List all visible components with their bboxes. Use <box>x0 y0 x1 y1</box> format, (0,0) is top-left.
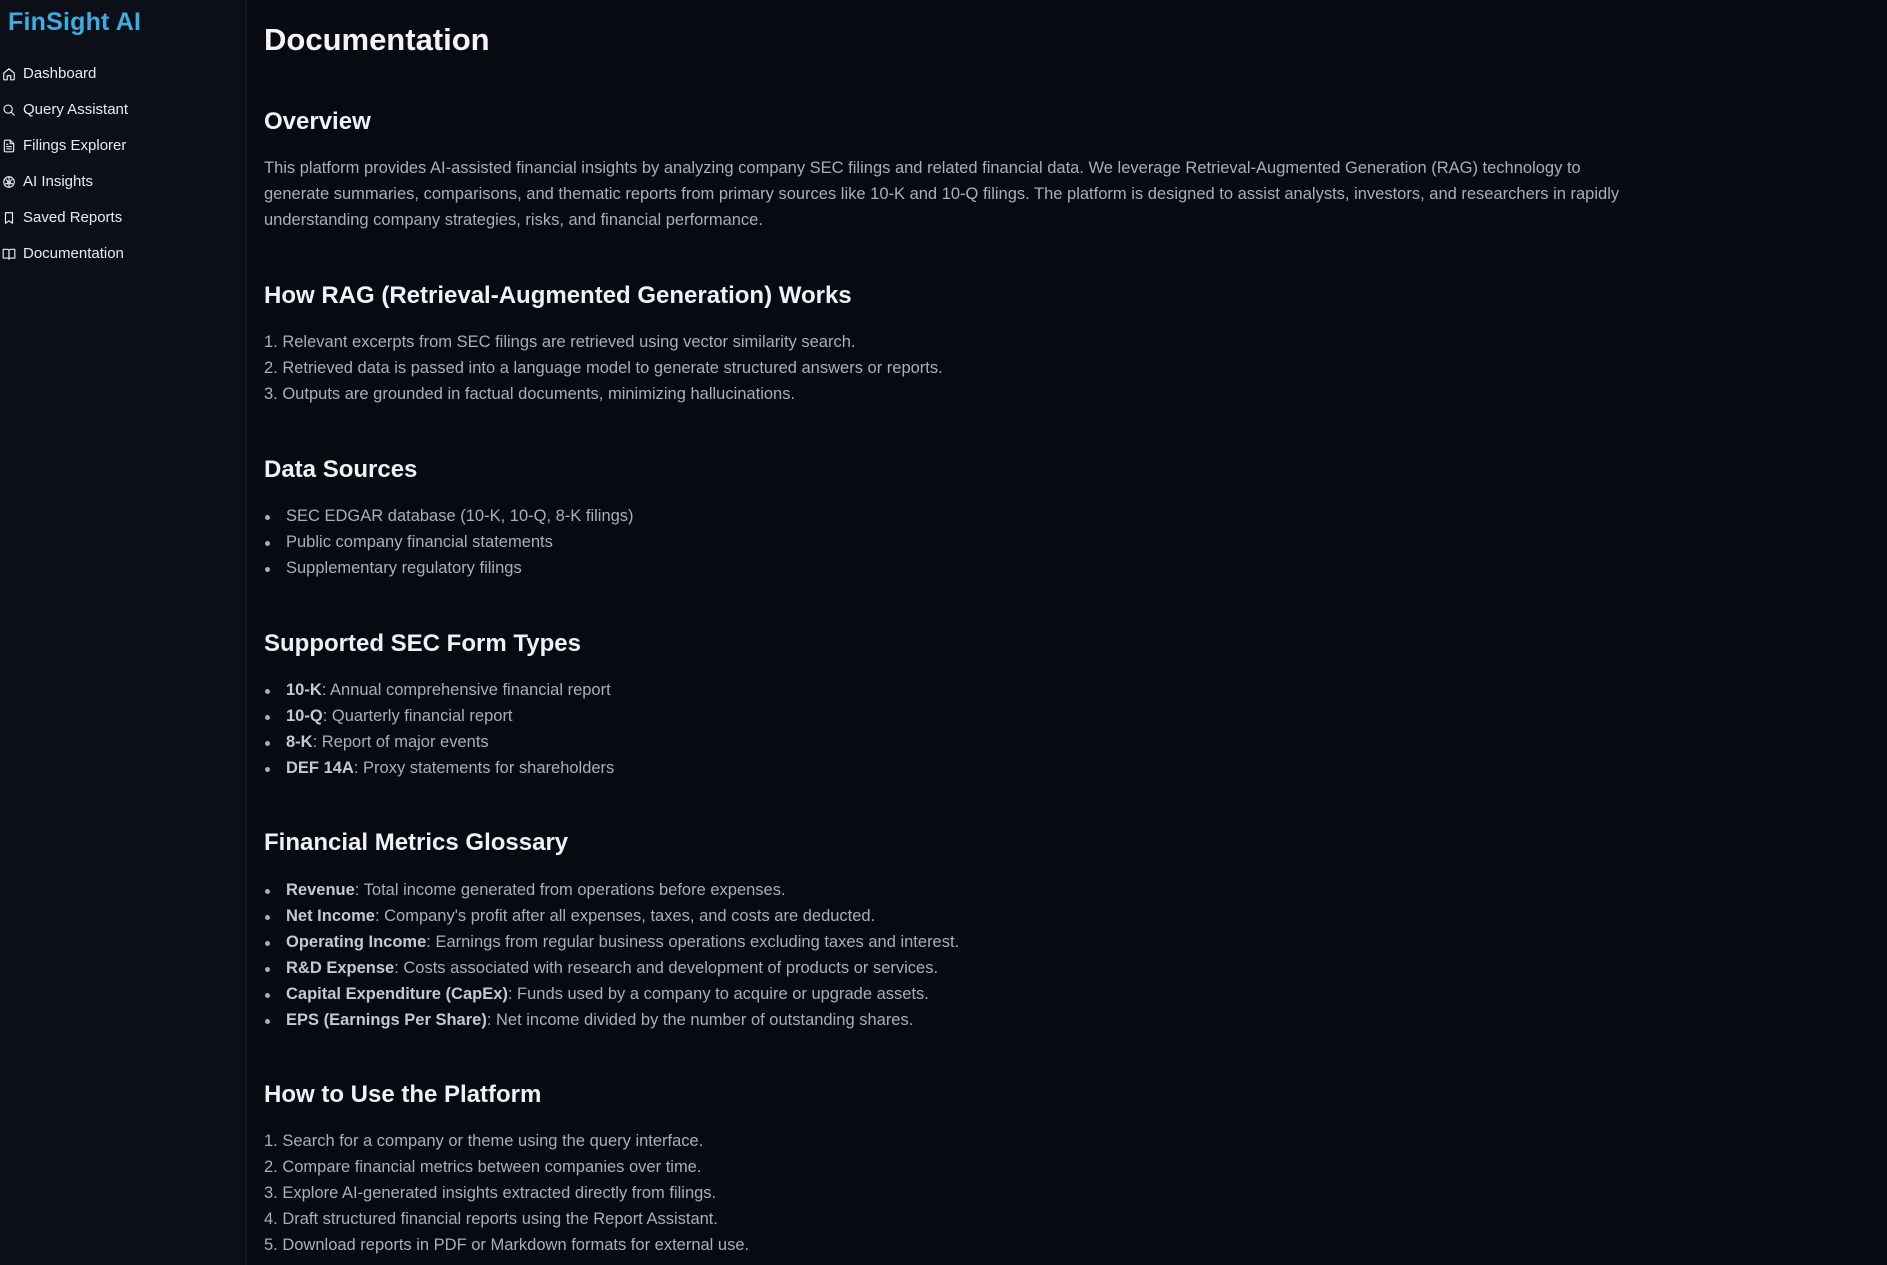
glossary-desc: : Net income divided by the number of ou… <box>486 1011 914 1029</box>
glossary-heading: Financial Metrics Glossary <box>264 829 569 856</box>
glossary-term: Net Income <box>286 907 375 925</box>
sidebar-item-query-assistant[interactable]: Query Assistant <box>0 92 246 128</box>
list-item: 1. Relevant excerpts from SEC filings ar… <box>264 333 856 351</box>
form-type-desc: : Annual comprehensive financial report <box>321 681 611 699</box>
bookmark-icon <box>1 210 17 226</box>
glossary-term: Operating Income <box>286 933 427 951</box>
sidebar-item-ai-insights[interactable]: AI Insights <box>0 164 246 200</box>
form-type-term: 8-K <box>286 733 313 751</box>
list-item: 3. Outputs are grounded in factual docum… <box>264 385 796 403</box>
list-item: 10-Q: Quarterly financial report <box>264 703 614 729</box>
sidebar-item-label: Dashboard <box>23 65 97 82</box>
rag-heading: How RAG (Retrieval-Augmented Generation)… <box>264 282 852 309</box>
overview-heading: Overview <box>264 108 371 135</box>
glossary-desc: : Earnings from regular business operati… <box>426 933 960 951</box>
form-types-heading: Supported SEC Form Types <box>264 630 581 657</box>
overview-text: This platform provides AI-assisted finan… <box>264 159 1620 229</box>
list-item: DEF 14A: Proxy statements for shareholde… <box>264 755 614 781</box>
form-type-desc: : Report of major events <box>312 733 489 751</box>
form-type-term: DEF 14A <box>286 759 354 777</box>
list-item: 3. Explore AI-generated insights extract… <box>264 1184 717 1202</box>
app-root: FinSight AI Dashboard Query Assistant Fi… <box>0 0 1887 1265</box>
home-icon <box>1 66 17 82</box>
glossary-desc: : Company's profit after all expenses, t… <box>374 907 876 925</box>
list-item: SEC EDGAR database (10-K, 10-Q, 8-K fili… <box>264 503 634 529</box>
glossary-term: R&D Expense <box>286 959 395 977</box>
list-item: 1. Search for a company or theme using t… <box>264 1132 704 1150</box>
sidebar-item-label: Query Assistant <box>23 101 129 118</box>
form-type-desc: : Proxy statements for shareholders <box>353 759 615 777</box>
sidebar-item-filings-explorer[interactable]: Filings Explorer <box>0 128 246 164</box>
book-icon <box>1 246 17 262</box>
sidebar: FinSight AI Dashboard Query Assistant Fi… <box>0 0 247 1265</box>
list-item: EPS (Earnings Per Share): Net income div… <box>264 1007 959 1033</box>
rag-steps-list: 1. Relevant excerpts from SEC filings ar… <box>264 329 943 407</box>
page-title: Documentation <box>264 22 490 57</box>
list-item: 2. Retrieved data is passed into a langu… <box>264 359 943 377</box>
list-item: 10-K: Annual comprehensive financial rep… <box>264 677 614 703</box>
glossary-desc: : Funds used by a company to acquire or … <box>507 985 929 1003</box>
sidebar-item-documentation[interactable]: Documentation <box>0 236 246 272</box>
list-item: Capital Expenditure (CapEx): Funds used … <box>264 981 959 1007</box>
list-item: 4. Draft structured financial reports us… <box>264 1210 718 1228</box>
form-type-desc: : Quarterly financial report <box>322 707 513 725</box>
form-types-list: 10-K: Annual comprehensive financial rep… <box>264 677 614 781</box>
usage-steps-list: 1. Search for a company or theme using t… <box>264 1128 749 1258</box>
sidebar-item-dashboard[interactable]: Dashboard <box>0 56 246 92</box>
data-sources-list: SEC EDGAR database (10-K, 10-Q, 8-K fili… <box>264 503 634 581</box>
list-item: 5. Download reports in PDF or Markdown f… <box>264 1236 750 1254</box>
sidebar-item-label: AI Insights <box>23 173 94 190</box>
list-item: Revenue: Total income generated from ope… <box>264 877 959 903</box>
list-item: Operating Income: Earnings from regular … <box>264 929 959 955</box>
data-sources-heading: Data Sources <box>264 456 418 483</box>
search-icon <box>1 102 17 118</box>
glossary-term: EPS (Earnings Per Share) <box>286 1011 487 1029</box>
list-item: Supplementary regulatory filings <box>264 555 634 581</box>
file-icon <box>1 138 17 154</box>
list-item: Public company financial statements <box>264 529 634 555</box>
sidebar-item-saved-reports[interactable]: Saved Reports <box>0 200 246 236</box>
sidebar-item-label: Filings Explorer <box>23 137 127 154</box>
list-item: 2. Compare financial metrics between com… <box>264 1158 702 1176</box>
usage-heading: How to Use the Platform <box>264 1081 542 1108</box>
glossary-term: Capital Expenditure (CapEx) <box>286 985 508 1003</box>
brand-logo[interactable]: FinSight AI <box>8 8 141 37</box>
glossary-term: Revenue <box>286 881 355 899</box>
list-item: Net Income: Company's profit after all e… <box>264 903 959 929</box>
sidebar-nav: Dashboard Query Assistant Filings Explor… <box>0 56 246 272</box>
sidebar-item-label: Saved Reports <box>23 209 123 226</box>
list-item: 8-K: Report of major events <box>264 729 614 755</box>
glossary-list: Revenue: Total income generated from ope… <box>264 877 959 1033</box>
brain-icon <box>1 174 17 190</box>
form-type-term: 10-K <box>286 681 322 699</box>
glossary-desc: : Costs associated with research and dev… <box>394 959 939 977</box>
form-type-term: 10-Q <box>286 707 323 725</box>
glossary-desc: : Total income generated from operations… <box>354 881 786 899</box>
sidebar-item-label: Documentation <box>23 245 124 262</box>
list-item: R&D Expense: Costs associated with resea… <box>264 955 959 981</box>
